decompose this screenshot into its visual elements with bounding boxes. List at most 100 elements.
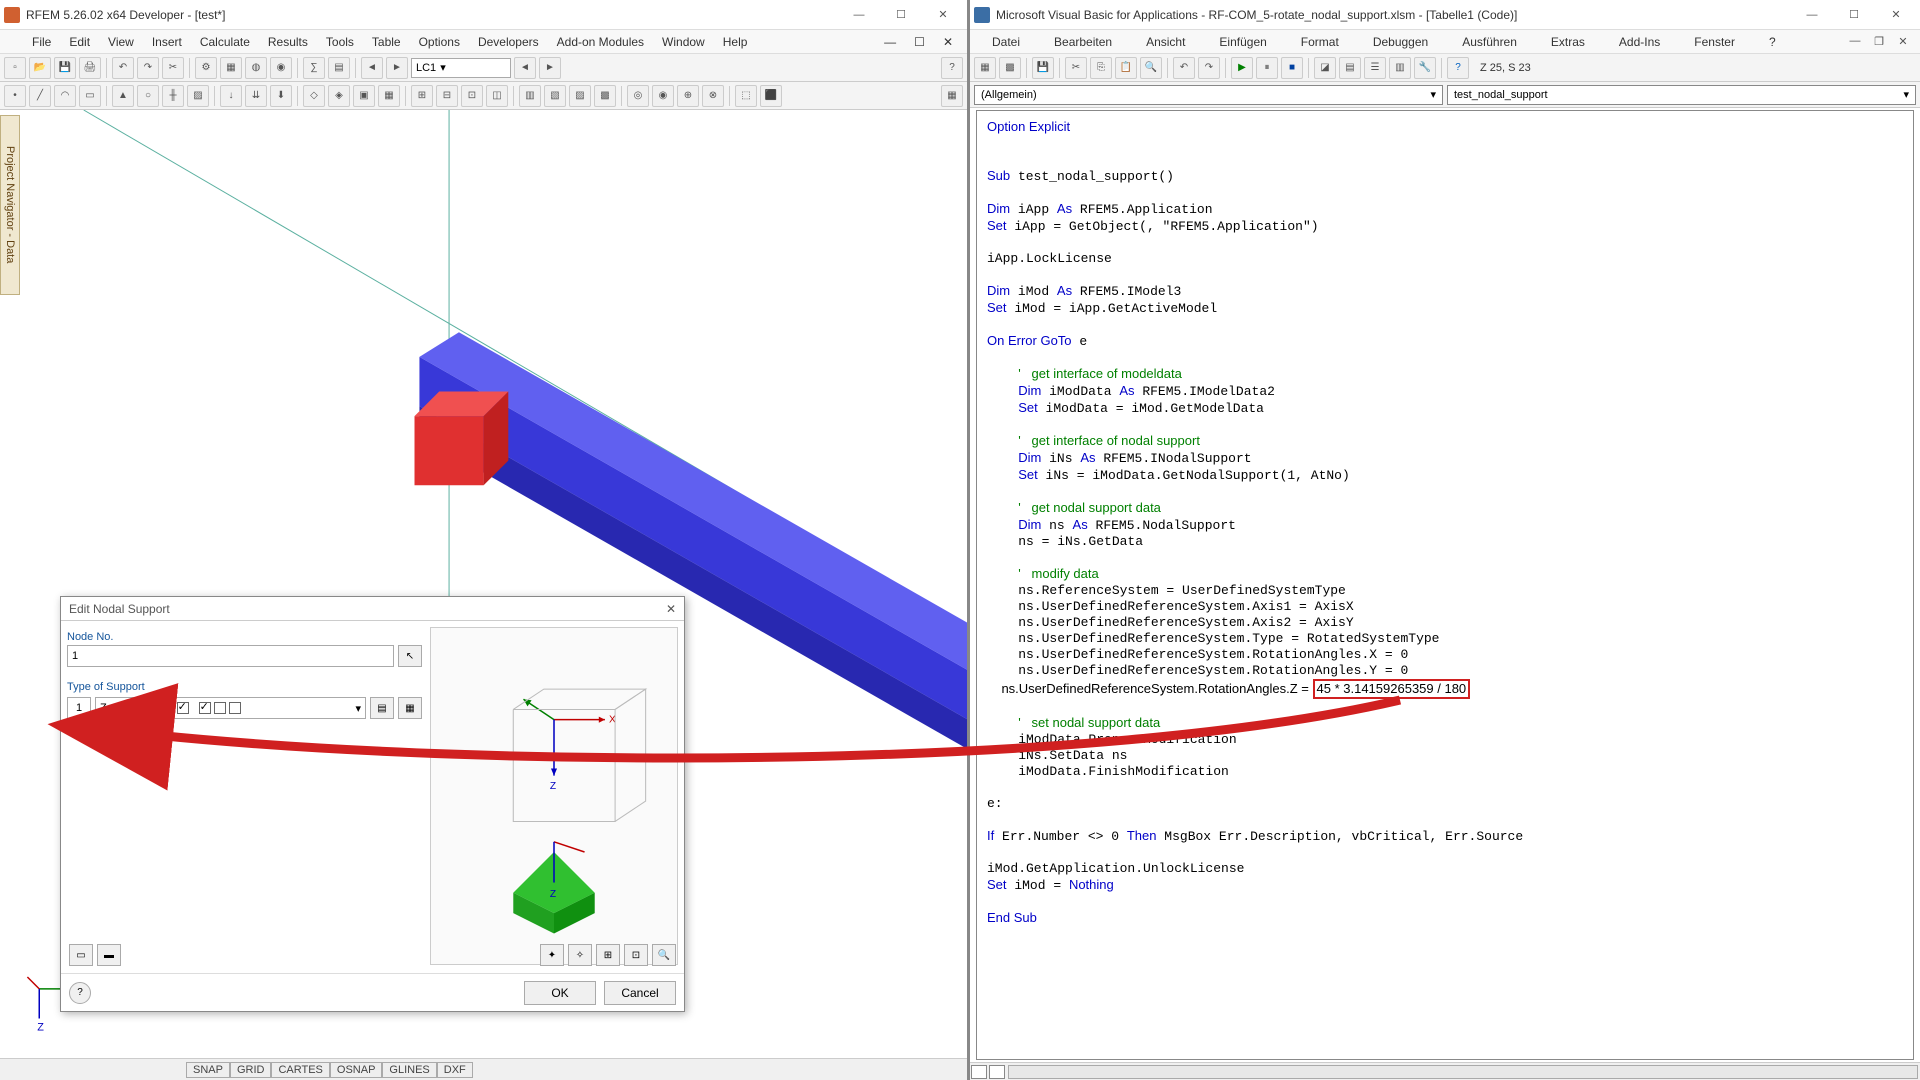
misc-icon[interactable]: ▥ — [519, 85, 541, 107]
save-icon[interactable]: 💾 — [54, 57, 76, 79]
project-icon[interactable]: ▤ — [1339, 57, 1361, 79]
draw-icon[interactable]: ▭ — [79, 85, 101, 107]
menu-table[interactable]: Table — [364, 33, 409, 51]
menu-calculate[interactable]: Calculate — [192, 33, 258, 51]
copy-icon[interactable]: ⎘ — [1090, 57, 1112, 79]
help-icon[interactable]: ? — [941, 57, 963, 79]
misc-icon[interactable]: ◫ — [486, 85, 508, 107]
redo-icon[interactable]: ↷ — [137, 57, 159, 79]
new-support-icon[interactable]: ▦ — [398, 697, 422, 719]
menu-help[interactable]: ? — [1753, 33, 1792, 51]
run-icon[interactable]: ▶ — [1231, 57, 1253, 79]
menu-file[interactable]: File — [24, 33, 59, 51]
misc-icon[interactable]: ◎ — [627, 85, 649, 107]
mdi-close[interactable]: ✕ — [935, 33, 961, 51]
paste-icon[interactable]: 📋 — [1115, 57, 1137, 79]
project-navigator-tab[interactable]: Project Navigator - Data — [0, 115, 20, 295]
menu-ausfuehren[interactable]: Ausführen — [1446, 33, 1533, 51]
menu-extras[interactable]: Extras — [1535, 33, 1601, 51]
menu-datei[interactable]: Datei — [976, 33, 1036, 51]
view-tab-icon[interactable] — [971, 1065, 987, 1079]
nav-left-icon[interactable]: ◄ — [514, 57, 536, 79]
support-index-input[interactable] — [67, 697, 91, 719]
cancel-button[interactable]: Cancel — [604, 981, 676, 1005]
calc-icon[interactable]: ∑ — [303, 57, 325, 79]
misc-icon[interactable]: ⊞ — [411, 85, 433, 107]
close-button[interactable]: ✕ — [923, 3, 963, 27]
status-cartes[interactable]: CARTES — [271, 1062, 329, 1078]
menu-format[interactable]: Format — [1285, 33, 1355, 51]
menu-edit[interactable]: Edit — [61, 33, 98, 51]
loadcase-combo[interactable]: LC1▾ — [411, 58, 511, 78]
misc-icon[interactable]: ▩ — [594, 85, 616, 107]
beam-icon[interactable]: ╫ — [162, 85, 184, 107]
load-icon[interactable]: ⇊ — [245, 85, 267, 107]
view-tab-icon[interactable] — [989, 1065, 1005, 1079]
misc-icon[interactable]: ⊟ — [436, 85, 458, 107]
menu-bearbeiten[interactable]: Bearbeiten — [1038, 33, 1128, 51]
dialog-close-icon[interactable]: ✕ — [666, 602, 676, 616]
save-icon[interactable]: 💾 — [1032, 57, 1054, 79]
menu-ansicht[interactable]: Ansicht — [1130, 33, 1201, 51]
tool-icon[interactable]: ▦ — [220, 57, 242, 79]
load-icon[interactable]: ↓ — [220, 85, 242, 107]
menu-window[interactable]: Window — [654, 33, 713, 51]
view-icon[interactable]: ▦ — [974, 57, 996, 79]
help-icon[interactable]: ? — [1447, 57, 1469, 79]
menu-einfuegen[interactable]: Einfügen — [1203, 33, 1282, 51]
pick-node-icon[interactable]: ↖ — [398, 645, 422, 667]
excel-icon[interactable]: ▦ — [941, 85, 963, 107]
find-icon[interactable]: 🔍 — [1140, 57, 1162, 79]
surface-icon[interactable]: ▨ — [187, 85, 209, 107]
ok-button[interactable]: OK — [524, 981, 596, 1005]
menu-options[interactable]: Options — [411, 33, 468, 51]
status-grid[interactable]: GRID — [230, 1062, 272, 1078]
view-icon[interactable]: ◇ — [303, 85, 325, 107]
misc-icon[interactable]: ⊗ — [702, 85, 724, 107]
cut-icon[interactable]: ✂ — [162, 57, 184, 79]
object-combo[interactable]: (Allgemein)▾ — [974, 85, 1443, 105]
mdi-restore[interactable]: ❐ — [1868, 32, 1890, 50]
open-icon[interactable]: 📂 — [29, 57, 51, 79]
nav-left-icon[interactable]: ◄ — [361, 57, 383, 79]
draw-icon[interactable]: ╱ — [29, 85, 51, 107]
results-icon[interactable]: ▤ — [328, 57, 350, 79]
misc-icon[interactable]: ◉ — [652, 85, 674, 107]
axis-icon[interactable]: ✦ — [540, 944, 564, 966]
hinge-icon[interactable]: ○ — [137, 85, 159, 107]
view-icon[interactable]: ◈ — [328, 85, 350, 107]
support-icon[interactable]: ▲ — [112, 85, 134, 107]
library-icon[interactable]: ▤ — [370, 697, 394, 719]
print-icon[interactable]: 🖨 — [79, 57, 101, 79]
view-icon[interactable]: ▣ — [353, 85, 375, 107]
menu-debuggen[interactable]: Debuggen — [1357, 33, 1444, 51]
status-glines[interactable]: GLINES — [382, 1062, 436, 1078]
view-mode-icon[interactable]: ▭ — [69, 944, 93, 966]
undo-icon[interactable]: ↶ — [1173, 57, 1195, 79]
menu-fenster[interactable]: Fenster — [1678, 33, 1751, 51]
minimize-button[interactable]: — — [839, 3, 879, 27]
code-hscroll[interactable] — [970, 1062, 1920, 1080]
mdi-close[interactable]: ✕ — [1892, 32, 1914, 50]
axis-icon[interactable]: ⊡ — [624, 944, 648, 966]
browser-icon[interactable]: ▥ — [1389, 57, 1411, 79]
status-snap[interactable]: SNAP — [186, 1062, 230, 1078]
code-editor[interactable]: Option Explicit Sub test_nodal_support()… — [976, 110, 1914, 1060]
properties-icon[interactable]: ☰ — [1364, 57, 1386, 79]
nav-right-icon[interactable]: ► — [386, 57, 408, 79]
misc-icon[interactable]: ⬛ — [760, 85, 782, 107]
nav-right-icon[interactable]: ► — [539, 57, 561, 79]
mdi-minimize[interactable]: — — [876, 33, 904, 51]
design-icon[interactable]: ◪ — [1314, 57, 1336, 79]
support-type-combo[interactable]: Z 45.0 ° — [95, 697, 366, 719]
misc-icon[interactable]: ▧ — [544, 85, 566, 107]
cut-icon[interactable]: ✂ — [1065, 57, 1087, 79]
undo-icon[interactable]: ↶ — [112, 57, 134, 79]
procedure-combo[interactable]: test_nodal_support▾ — [1447, 85, 1916, 105]
misc-icon[interactable]: ⊡ — [461, 85, 483, 107]
maximize-button[interactable]: ☐ — [881, 3, 921, 27]
draw-icon[interactable]: • — [4, 85, 26, 107]
tool-icon[interactable]: ◍ — [245, 57, 267, 79]
close-button[interactable]: ✕ — [1876, 3, 1916, 27]
maximize-button[interactable]: ☐ — [1834, 3, 1874, 27]
